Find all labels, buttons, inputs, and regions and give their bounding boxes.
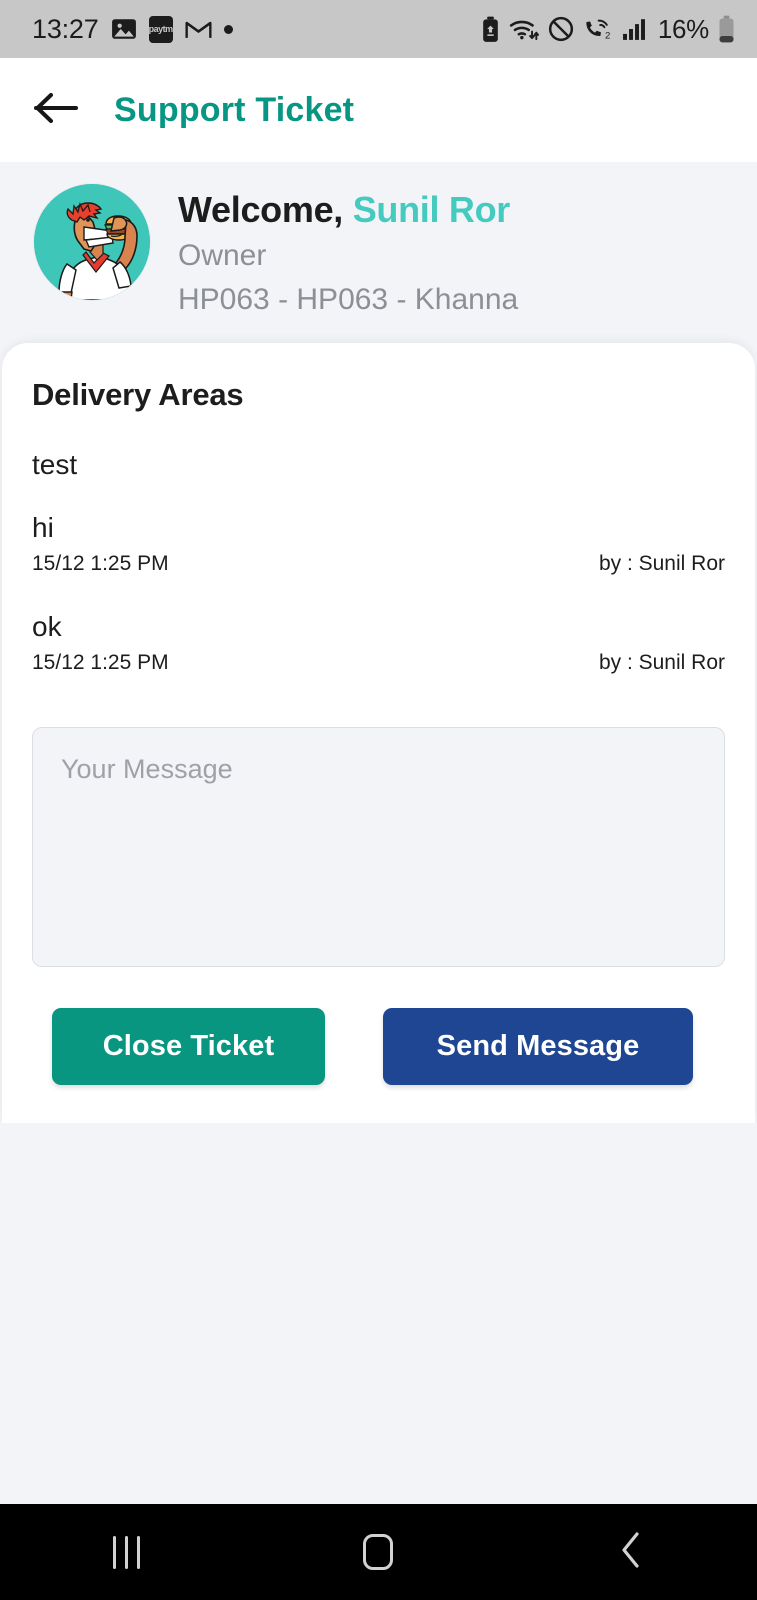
message-body: hi (32, 512, 54, 544)
ticket-subject: test (32, 449, 78, 481)
arrow-left-icon (34, 91, 78, 130)
back-button[interactable] (34, 91, 78, 130)
battery-saver-icon (481, 16, 500, 43)
message-meta: 15/12 1:25 PM by : Sunil Ror (32, 552, 725, 576)
message-timestamp: 15/12 1:25 PM (32, 551, 169, 575)
message-author: by : Sunil Ror (598, 650, 725, 674)
recents-icon (112, 1535, 140, 1569)
android-nav-bar (0, 1504, 757, 1600)
send-message-button[interactable]: Send Message (383, 1007, 693, 1085)
list-item: ok 15/12 1:25 PM by : Sunil Ror (32, 610, 725, 675)
list-item: hi 15/12 1:25 PM by : Sunil Ror (32, 511, 725, 576)
message-timestamp: 15/12 1:25 PM (32, 650, 169, 674)
chevron-left-icon (619, 1531, 643, 1574)
welcome-greeting-line: Welcome, Sunil Ror (178, 189, 518, 230)
do-not-disturb-icon (548, 16, 574, 42)
gmail-icon (185, 18, 212, 40)
svg-text:2: 2 (605, 31, 610, 42)
message-list: hi 15/12 1:25 PM by : Sunil Ror ok 15/12… (32, 511, 725, 674)
user-store: HP063 - HP063 - Khanna (178, 282, 519, 316)
page-background (0, 1122, 757, 1504)
user-role: Owner (178, 239, 267, 273)
battery-icon (718, 15, 735, 43)
home-button[interactable] (298, 1534, 458, 1570)
welcome-greeting: Welcome, (178, 189, 353, 230)
ticket-card: Delivery Areas test hi 15/12 1:25 PM by … (2, 343, 755, 1123)
page-title: Support Ticket (114, 90, 355, 129)
wifi-icon (509, 17, 539, 42)
message-meta: 15/12 1:25 PM by : Sunil Ror (32, 651, 725, 675)
action-buttons: Close Ticket Send Message (32, 1007, 725, 1123)
welcome-user-name: Sunil Ror (352, 189, 511, 230)
message-input[interactable] (32, 726, 725, 967)
close-ticket-button[interactable]: Close Ticket (52, 1007, 325, 1085)
recents-button[interactable] (46, 1535, 206, 1569)
message-body: ok (32, 610, 62, 642)
status-bar: 13:27 paytm 2 16% (0, 0, 757, 58)
avatar[interactable] (34, 184, 150, 300)
user-avatar-burger-icon (34, 184, 150, 300)
ticket-title: Delivery Areas (32, 377, 244, 413)
battery-percent-label: 16% (657, 13, 709, 44)
status-bar-right: 2 16% (481, 14, 735, 45)
signal-bars-icon (622, 17, 647, 41)
paytm-icon: paytm (148, 15, 173, 43)
gallery-icon (111, 16, 137, 42)
app-bar: Support Ticket (0, 58, 757, 162)
call-forwarding-icon: 2 (583, 16, 613, 42)
notification-dot-icon (223, 24, 233, 34)
status-clock: 13:27 (32, 13, 99, 44)
nav-back-button[interactable] (551, 1531, 711, 1574)
status-bar-left: 13:27 paytm (32, 14, 233, 45)
welcome-text: Welcome, Sunil Ror Owner HP063 - HP063 -… (178, 184, 518, 317)
home-icon (363, 1534, 394, 1570)
message-author: by : Sunil Ror (598, 551, 725, 575)
welcome-section: Welcome, Sunil Ror Owner HP063 - HP063 -… (0, 162, 757, 344)
app-root: 13:27 paytm 2 16% Support Ticket Welcome… (0, 0, 757, 1600)
